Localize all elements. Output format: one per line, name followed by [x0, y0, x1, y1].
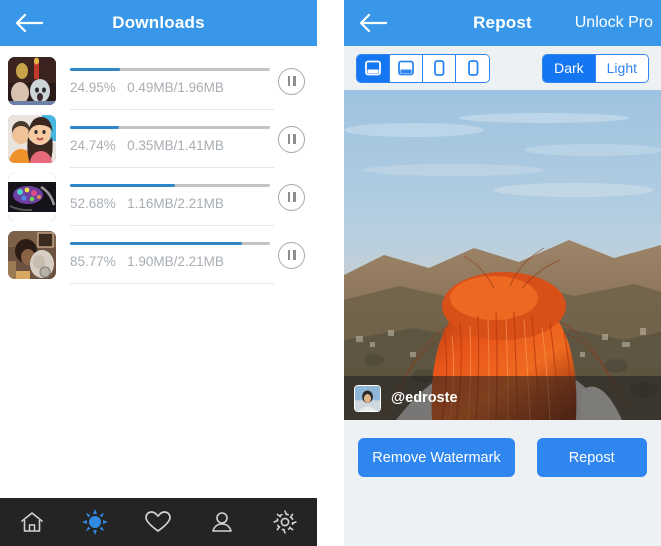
repost-navbar: Repost Unlock Pro: [344, 0, 661, 46]
download-status-text: 24.95% 0.49MB/1.96MB: [70, 80, 270, 95]
downloads-screen: Downloads 24.95% 0.49MB/1.96MB 24.74% 0.…: [0, 0, 317, 546]
pause-icon[interactable]: [278, 241, 305, 269]
theme-option-light[interactable]: Light: [595, 54, 648, 82]
theme-segmented-control: Dark Light: [542, 53, 649, 83]
preview-image: [344, 90, 661, 420]
downloads-navbar: Downloads: [0, 0, 317, 46]
progress-fill: [70, 241, 242, 245]
progress-track: [70, 241, 270, 245]
download-size: 1.16MB/2.21MB: [127, 195, 224, 211]
download-row[interactable]: 52.68% 1.16MB/2.21MB: [0, 168, 317, 226]
download-thumbnail[interactable]: [8, 173, 56, 221]
pause-icon[interactable]: [278, 125, 305, 153]
download-percent: 52.68%: [70, 195, 116, 211]
pause-icon[interactable]: [278, 67, 305, 95]
download-progress-area: 24.74% 0.35MB/1.41MB: [70, 110, 274, 168]
download-progress-area: 85.77% 1.90MB/2.21MB: [70, 226, 274, 284]
bottom-tab-bar: [0, 498, 317, 546]
progress-fill: [70, 125, 120, 129]
tab-likes[interactable]: [136, 502, 180, 542]
download-percent: 85.77%: [70, 253, 116, 269]
downloads-list: 24.95% 0.49MB/1.96MB 24.74% 0.35MB/1.41M…: [0, 46, 317, 498]
download-thumbnail[interactable]: [8, 231, 56, 279]
watermark-position-segmented-control: [356, 53, 490, 83]
progress-fill: [70, 67, 120, 71]
watermark-left-tall-icon[interactable]: [423, 54, 456, 82]
heart-icon: [145, 511, 172, 532]
watermark-bottom-wide-icon[interactable]: [357, 54, 390, 82]
repost-button[interactable]: Repost: [536, 438, 647, 477]
row-divider: [70, 283, 274, 284]
unlock-pro-button[interactable]: Unlock Pro: [575, 14, 653, 32]
home-icon: [20, 512, 43, 532]
watermark-overlay: @edroste: [344, 376, 661, 420]
screen-divider: [317, 0, 344, 546]
download-row[interactable]: 24.95% 0.49MB/1.96MB: [0, 52, 317, 110]
dual-screen-container: Downloads 24.95% 0.49MB/1.96MB 24.74% 0.…: [0, 0, 661, 546]
download-row[interactable]: 85.77% 1.90MB/2.21MB: [0, 226, 317, 284]
download-size: 0.49MB/1.96MB: [127, 79, 224, 95]
download-progress-area: 52.68% 1.16MB/2.21MB: [70, 168, 274, 226]
repost-screen: Repost Unlock Pro Dark Light @edroste Re…: [344, 0, 661, 546]
tab-home[interactable]: [10, 502, 54, 542]
theme-option-dark[interactable]: Dark: [543, 54, 596, 82]
progress-track: [70, 183, 270, 187]
download-progress-area: 24.95% 0.49MB/1.96MB: [70, 52, 274, 110]
back-arrow-icon[interactable]: [14, 12, 44, 34]
download-size: 0.35MB/1.41MB: [127, 137, 224, 153]
remove-watermark-button[interactable]: Remove Watermark: [358, 438, 515, 477]
download-thumbnail[interactable]: [8, 115, 56, 163]
download-status-text: 24.74% 0.35MB/1.41MB: [70, 138, 270, 153]
tab-settings[interactable]: [263, 502, 307, 542]
watermark-right-tall-icon[interactable]: [456, 54, 489, 82]
progress-track: [70, 67, 270, 71]
download-status-text: 85.77% 1.90MB/2.21MB: [70, 254, 270, 269]
sun-icon: [82, 509, 109, 535]
watermark-toolbar: Dark Light: [344, 46, 661, 90]
download-percent: 24.95%: [70, 79, 116, 95]
pause-icon[interactable]: [278, 183, 305, 211]
download-thumbnail[interactable]: [8, 57, 56, 105]
progress-track: [70, 125, 270, 129]
page-title: Downloads: [112, 13, 205, 32]
download-percent: 24.74%: [70, 137, 116, 153]
download-size: 1.90MB/2.21MB: [127, 253, 224, 269]
user-avatar: [354, 384, 381, 412]
download-status-text: 52.68% 1.16MB/2.21MB: [70, 196, 270, 211]
gear-icon: [273, 510, 297, 534]
back-arrow-icon[interactable]: [358, 12, 388, 34]
watermark-username: @edroste: [391, 390, 458, 406]
tab-downloads[interactable]: [73, 502, 117, 542]
watermark-top-wide-icon[interactable]: [390, 54, 423, 82]
photo-preview[interactable]: @edroste: [344, 90, 661, 420]
tab-profile[interactable]: [200, 502, 244, 542]
download-row[interactable]: 24.74% 0.35MB/1.41MB: [0, 110, 317, 168]
action-buttons: Remove Watermark Repost: [344, 420, 661, 546]
person-icon: [212, 512, 232, 532]
progress-fill: [70, 183, 176, 187]
